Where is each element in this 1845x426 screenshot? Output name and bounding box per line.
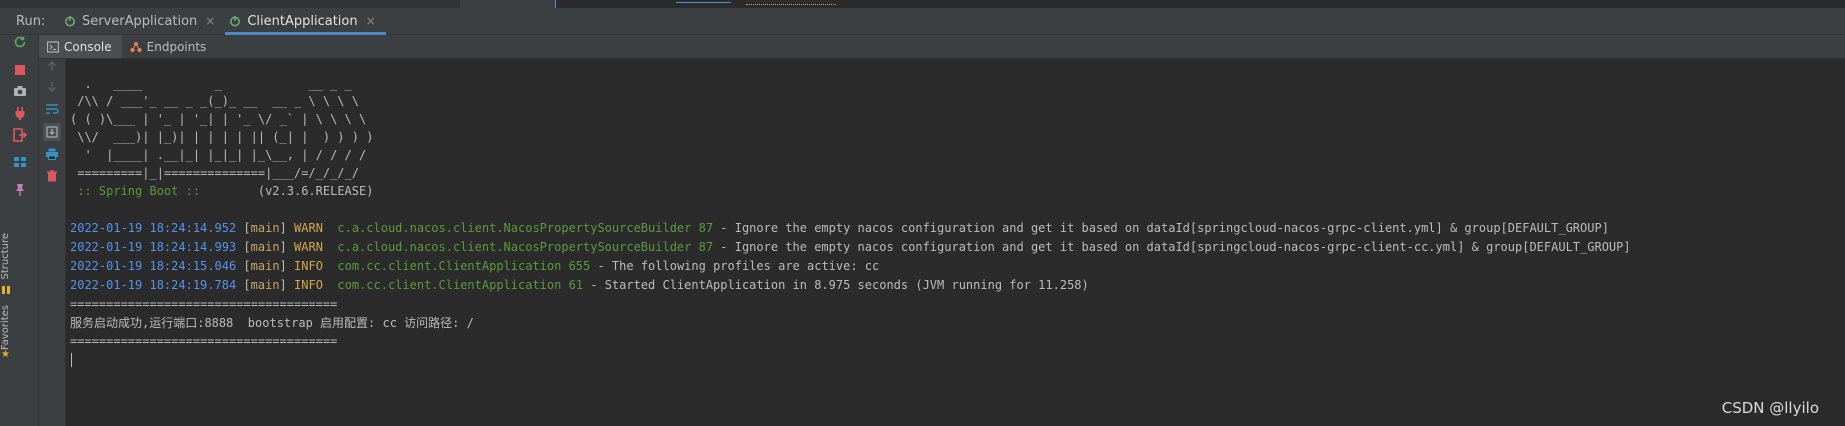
tab-label: Endpoints: [146, 39, 207, 54]
startup-status-line: 服务启动成功,运行端口:8888 bootstrap 启用配置: cc 访问路径…: [70, 316, 474, 330]
layout-icon[interactable]: [13, 155, 27, 169]
spring-boot-version: (v2.3.6.RELEASE): [200, 184, 374, 198]
tab-client-application[interactable]: ClientApplication ×: [225, 8, 387, 35]
scroll-to-end-icon[interactable]: [43, 123, 61, 141]
run-actions-toolbar: Structure Favorites ★: [0, 35, 39, 426]
console-output[interactable]: . ____ _ __ _ _ /\\ / ___'_ __ _ _(_)_ _…: [66, 59, 1845, 426]
tab-label: ServerApplication: [82, 13, 198, 29]
pin-icon[interactable]: [13, 183, 27, 197]
banner-line: . ____ _ __ _ _: [70, 77, 352, 91]
tab-console[interactable]: Console: [39, 35, 122, 58]
banner-line: \\/ ___)| |_)| | | | | || (_| | ) ) ) ): [70, 130, 374, 144]
run-label: Run:: [16, 13, 46, 29]
structure-icon[interactable]: [1, 280, 11, 299]
arrow-down-icon[interactable]: [45, 80, 59, 94]
close-icon[interactable]: ×: [205, 14, 215, 28]
stop-icon[interactable]: [13, 63, 27, 77]
log-timestamp: 2022-01-19 18:24:15.046: [70, 259, 237, 273]
exit-icon[interactable]: [13, 128, 27, 142]
log-logger: com.cc.client.ClientApplication 655: [337, 259, 591, 273]
banner-line: /\\ / ___'_ __ _ _(_)_ __ __ _ \ \ \ \: [70, 94, 359, 108]
console-toolbar: [39, 59, 66, 426]
text-cursor: [71, 353, 72, 367]
log-level: INFO: [294, 259, 331, 273]
log-thread: main: [250, 278, 280, 292]
spring-boot-label: :: Spring Boot ::: [70, 184, 201, 198]
log-thread: main: [250, 240, 280, 254]
close-icon[interactable]: ×: [366, 14, 376, 28]
plug-icon[interactable]: [13, 106, 27, 120]
editor-strip-right: [555, 0, 1845, 8]
log-line: 2022-01-19 18:24:15.046 [main] INFO com.…: [70, 259, 880, 273]
structure-tool-label[interactable]: Structure: [0, 233, 13, 280]
separator-line: =====================================: [70, 297, 338, 311]
tab-endpoints[interactable]: Endpoints: [122, 35, 217, 58]
log-logger: c.a.cloud.nacos.client.NacosPropertySour…: [337, 221, 714, 235]
console-icon: [46, 40, 60, 53]
spring-run-icon: [64, 15, 76, 27]
log-thread: main: [250, 259, 280, 273]
editor-strip-left: [0, 0, 460, 8]
log-message: - The following profiles are active: cc: [590, 259, 880, 273]
log-message: - Started ClientApplication in 8.975 sec…: [583, 278, 1089, 292]
run-tool-window-header: Run: ServerApplication × ClientApplicati…: [0, 8, 1845, 35]
camera-icon[interactable]: [13, 84, 27, 98]
log-line: 2022-01-19 18:24:14.952 [main] WARN c.a.…: [70, 221, 1609, 235]
log-level: WARN: [294, 240, 331, 254]
log-line: 2022-01-19 18:24:14.993 [main] WARN c.a.…: [70, 240, 1631, 254]
separator-line: =====================================: [70, 334, 338, 348]
tab-server-application[interactable]: ServerApplication ×: [60, 8, 225, 34]
tab-label: Console: [64, 39, 112, 54]
log-level: WARN: [294, 221, 331, 235]
log-timestamp: 2022-01-19 18:24:14.952: [70, 221, 237, 235]
banner-line: =========|_|==============|___/=/_/_/_/: [70, 166, 359, 180]
log-message: - Ignore the empty nacos configuration a…: [713, 240, 1631, 254]
log-logger: com.cc.client.ClientApplication 61: [337, 278, 584, 292]
log-timestamp: 2022-01-19 18:24:14.993: [70, 240, 237, 254]
log-level: INFO: [294, 278, 331, 292]
star-icon[interactable]: ★: [1, 349, 10, 360]
trash-icon[interactable]: [45, 169, 59, 183]
spring-boot-version-line: :: Spring Boot :: (v2.3.6.RELEASE): [70, 183, 373, 200]
print-icon[interactable]: [45, 147, 59, 161]
editor-top-strip: [0, 0, 1845, 8]
banner-line: ( ( )\___ | '_ | '_| | '_ \/ _` | \ \ \ …: [70, 112, 367, 126]
log-logger: c.a.cloud.nacos.client.NacosPropertySour…: [337, 240, 714, 254]
banner-line: ' |____| .__|_| |_|_| |_\__, | / / / /: [70, 148, 367, 162]
run-subtabs: Console Endpoints: [39, 35, 1845, 59]
arrow-up-icon[interactable]: [45, 59, 59, 73]
log-line: 2022-01-19 18:24:19.784 [main] INFO com.…: [70, 278, 1089, 292]
log-timestamp: 2022-01-19 18:24:19.784: [70, 278, 237, 292]
log-message: - Ignore the empty nacos configuration a…: [713, 221, 1609, 235]
rerun-icon[interactable]: [13, 35, 27, 49]
watermark: CSDN @llyilo: [1721, 399, 1819, 417]
log-thread: main: [250, 221, 280, 235]
tab-label: ClientApplication: [247, 13, 358, 29]
endpoints-icon: [130, 41, 142, 53]
spring-run-icon: [229, 15, 241, 27]
soft-wrap-icon[interactable]: [45, 102, 59, 116]
favorites-tool-label[interactable]: Favorites: [0, 305, 13, 350]
